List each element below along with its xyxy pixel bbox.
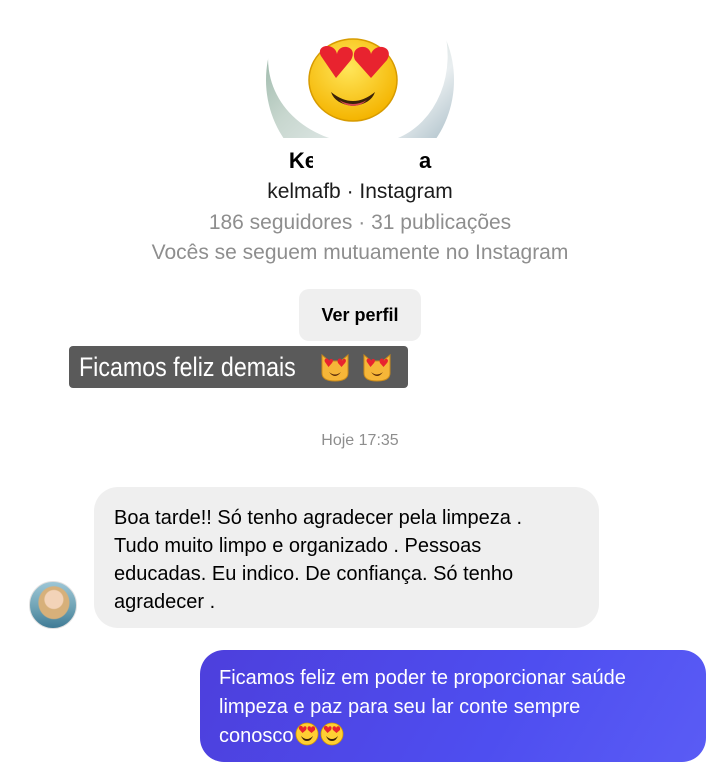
sender-avatar[interactable]: [29, 581, 77, 629]
heart-eyes-emoji-icon: [295, 722, 318, 746]
outgoing-message-bubble[interactable]: Ficamos feliz em poder te proporcionar s…: [200, 650, 706, 762]
heart-eyes-cat-icon: [363, 353, 391, 382]
profile-name-end: a: [418, 148, 432, 173]
story-caption: Ficamos feliz demais: [69, 346, 408, 388]
story-caption-text: Ficamos feliz demais: [79, 351, 296, 382]
heart-eyes-cat-icon: [321, 353, 349, 382]
profile-name: Ke a: [0, 148, 720, 174]
profile-handle: kelmafb · Instagram: [267, 180, 453, 203]
heart-eyes-emoji-icon: [308, 38, 398, 122]
mutual-follow-note: Vocês se seguem mutuamente no Instagram: [151, 241, 569, 264]
incoming-message-bubble[interactable]: Boa tarde!! Só tenho agradecer pela limp…: [94, 487, 599, 628]
profile-stats: 186 seguidores · 31 publicações: [208, 211, 512, 234]
outgoing-message-text: Ficamos feliz em poder te proporcionar s…: [219, 667, 626, 747]
heart-eyes-emoji-icon: [320, 722, 343, 746]
message-timestamp: Hoje 17:35: [321, 432, 399, 449]
incoming-message-text: Boa tarde!! Só tenho agradecer pela limp…: [114, 507, 523, 613]
view-profile-button[interactable]: Ver perfil: [299, 289, 421, 341]
